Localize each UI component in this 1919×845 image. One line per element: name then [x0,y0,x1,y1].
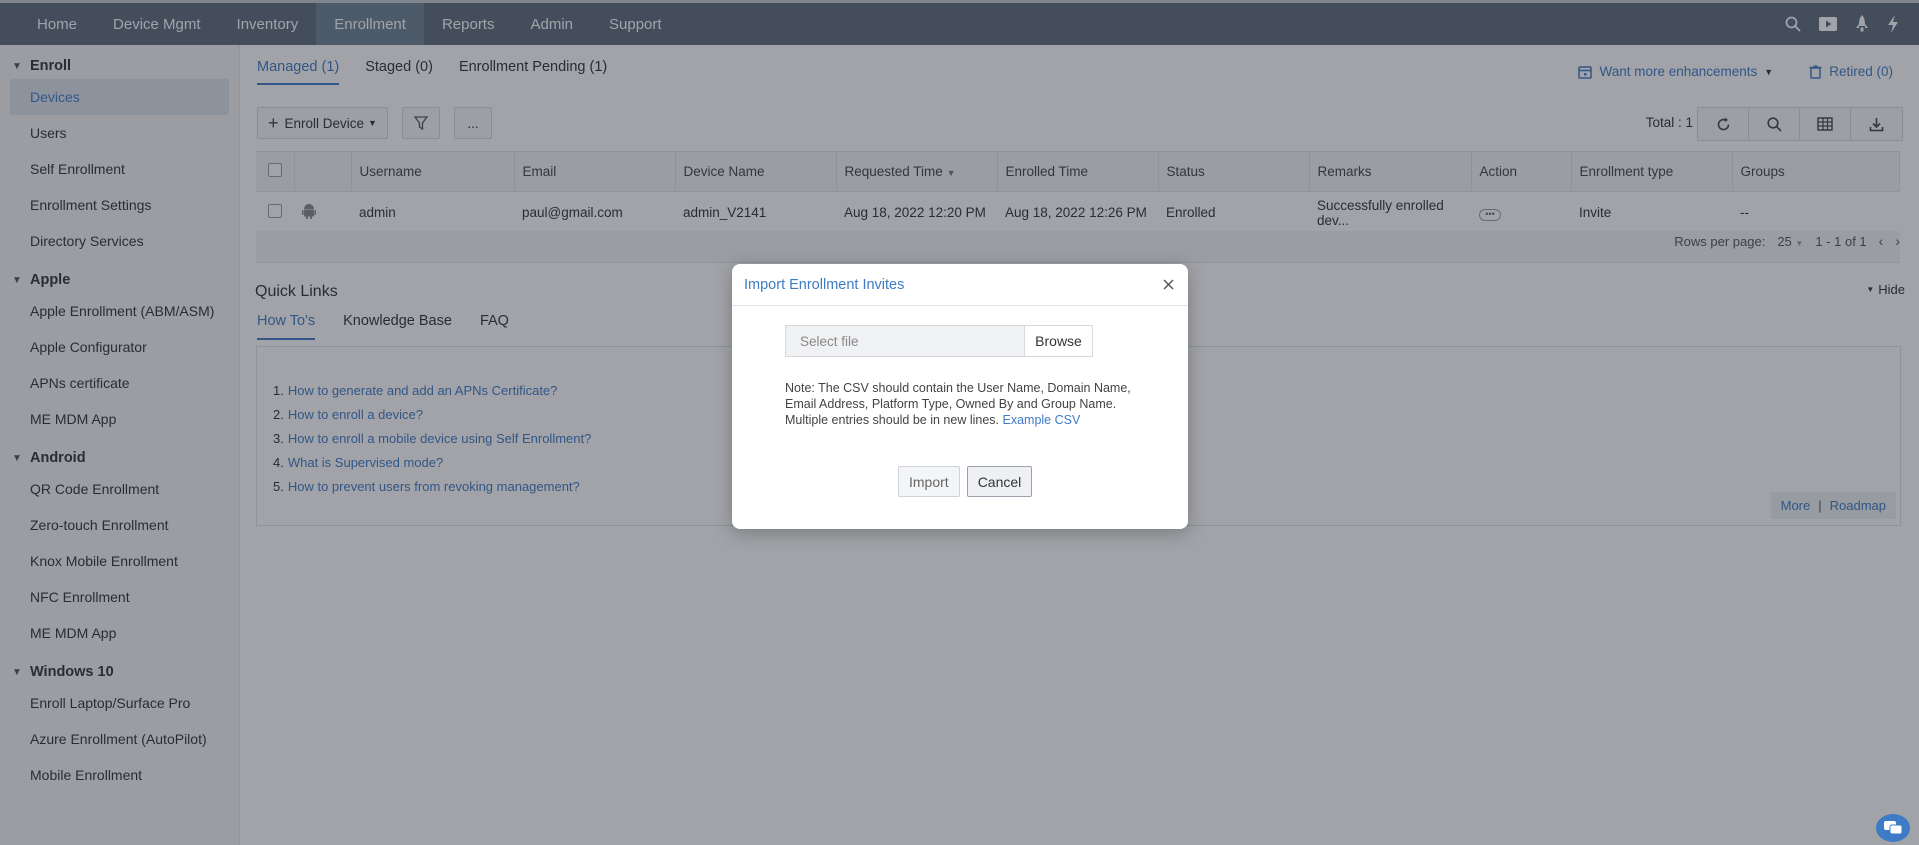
dialog-header: Import Enrollment Invites [732,264,1188,306]
file-picker: Select file Browse [785,325,1093,357]
close-icon[interactable] [1158,274,1178,294]
chat-icon[interactable] [1876,814,1910,842]
dialog-buttons: Import Cancel [898,466,1033,497]
browse-button[interactable]: Browse [1024,325,1093,357]
select-file-input[interactable]: Select file [785,325,1024,357]
example-csv-link[interactable]: Example CSV [1003,413,1081,427]
dialog-title: Import Enrollment Invites [744,276,905,293]
import-button[interactable]: Import [898,466,960,497]
import-enrollment-invites-dialog: Import Enrollment Invites Select file Br… [732,264,1188,529]
cancel-button[interactable]: Cancel [966,466,1033,497]
csv-note: Note: The CSV should contain the User Na… [785,381,1131,427]
